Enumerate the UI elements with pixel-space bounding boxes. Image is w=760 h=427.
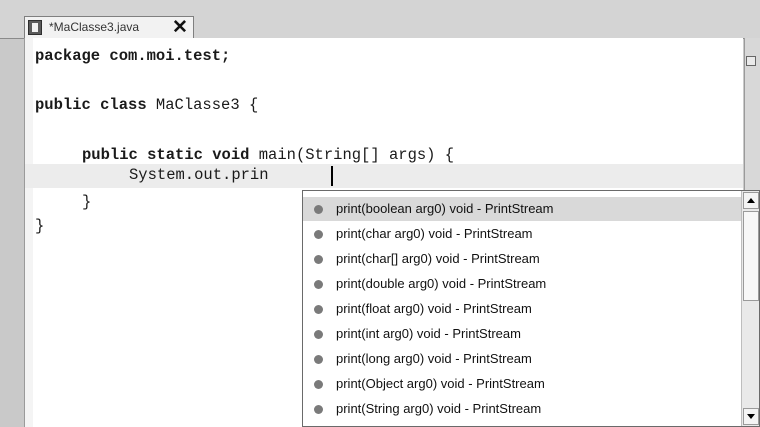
editor-tab-bar: *MaClasse3.java ✕ — [0, 0, 760, 39]
completion-label: print(String arg0) void - PrintStream — [336, 401, 542, 416]
completion-item[interactable]: print(int arg0) void - PrintStream — [303, 322, 741, 346]
code-line: public class MaClasse3 { — [35, 96, 258, 114]
code-line: } — [82, 193, 91, 211]
completion-label: print(float arg0) void - PrintStream — [336, 301, 532, 316]
completion-label: print(Object arg0) void - PrintStream — [336, 376, 545, 391]
text-caret — [331, 166, 333, 186]
completion-item[interactable]: print(boolean arg0) void - PrintStream — [303, 197, 741, 221]
code-keyword: public class — [35, 96, 147, 114]
java-file-icon — [28, 20, 42, 35]
code-text: System.out.prin — [129, 166, 269, 184]
completion-label: print(int arg0) void - PrintStream — [336, 326, 521, 341]
scroll-up-arrow-icon[interactable] — [743, 192, 759, 209]
completion-item[interactable]: print(Object arg0) void - PrintStream — [303, 372, 741, 396]
overview-ruler-icon — [746, 56, 756, 66]
completion-item[interactable]: print(String arg0) void - PrintStream — [303, 397, 741, 421]
content-assist-popup: print(boolean arg0) void - PrintStream p… — [302, 190, 760, 427]
editor-tab[interactable]: *MaClasse3.java ✕ — [24, 16, 194, 38]
code-text: main(String[] args) { — [249, 146, 455, 164]
code-keyword: public static void — [82, 146, 250, 164]
completion-label: print(char[] arg0) void - PrintStream — [336, 251, 540, 266]
method-icon — [314, 330, 323, 339]
method-icon — [314, 205, 323, 214]
completion-item[interactable]: print(char arg0) void - PrintStream — [303, 222, 741, 246]
code-line-text: package com.moi.test; — [35, 47, 231, 65]
method-icon — [314, 255, 323, 264]
completion-scrollbar[interactable] — [741, 191, 759, 426]
method-icon — [314, 305, 323, 314]
scroll-thumb[interactable] — [743, 211, 759, 301]
method-icon — [314, 230, 323, 239]
editor-gutter — [25, 38, 33, 427]
close-icon[interactable]: ✕ — [172, 17, 188, 39]
code-line: package com.moi.test; — [35, 47, 230, 65]
method-icon — [314, 355, 323, 364]
code-line: } — [35, 217, 44, 235]
scroll-down-arrow-icon[interactable] — [743, 408, 759, 425]
code-text: MaClasse3 { — [146, 96, 259, 114]
code-text: } — [35, 217, 45, 235]
code-line: public static void main(String[] args) { — [82, 146, 454, 164]
completion-label: print(long arg0) void - PrintStream — [336, 351, 532, 366]
completion-label: print(double arg0) void - PrintStream — [336, 276, 547, 291]
tab-title: *MaClasse3.java — [49, 20, 140, 34]
completion-item[interactable]: print(float arg0) void - PrintStream — [303, 297, 741, 321]
method-icon — [314, 380, 323, 389]
code-text: } — [82, 193, 92, 211]
code-line: System.out.prin — [129, 166, 269, 184]
completion-label: print(char arg0) void - PrintStream — [336, 226, 533, 241]
completion-item[interactable]: print(double arg0) void - PrintStream — [303, 272, 741, 296]
completion-label: print(boolean arg0) void - PrintStream — [336, 201, 554, 216]
completion-item[interactable]: print(char[] arg0) void - PrintStream — [303, 247, 741, 271]
method-icon — [314, 280, 323, 289]
completion-item[interactable]: print(long arg0) void - PrintStream — [303, 347, 741, 371]
method-icon — [314, 405, 323, 414]
